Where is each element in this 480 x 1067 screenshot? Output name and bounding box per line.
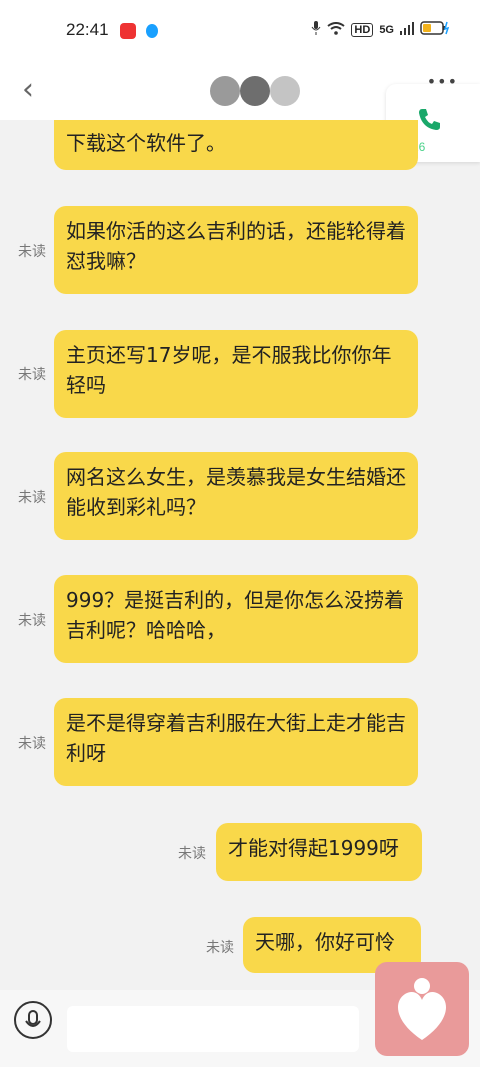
message-bubble[interactable]: 主页还写17岁呢，是不服我比你你年轻吗 xyxy=(54,330,418,418)
message-text: 下载这个软件了。 xyxy=(66,131,226,155)
contact-name-blurred xyxy=(240,76,270,106)
message-text: 主页还写17岁呢，是不服我比你你年轻吗 xyxy=(66,343,392,397)
qq-icon xyxy=(144,23,160,39)
message-bubble[interactable]: 999？是挺吉利的，但是你怎么没捞着吉利呢？哈哈哈， xyxy=(54,575,418,663)
mic-icon[interactable] xyxy=(14,1001,52,1039)
heart-button[interactable] xyxy=(375,962,469,1056)
app-notification-icon xyxy=(120,23,136,39)
unread-label: 未读 xyxy=(18,367,46,383)
chat-list[interactable]: 下载这个软件了。 未读 如果你活的这么吉利的话，还能轮得着怼我嘛？ 未读 主页还… xyxy=(0,120,480,990)
unread-label: 未读 xyxy=(18,244,46,260)
contact-name-blurred-2 xyxy=(270,76,300,106)
battery-icon xyxy=(420,21,450,38)
message-text: 天哪，你好可怜 xyxy=(255,930,395,954)
status-indicators: HD 5G xyxy=(311,21,450,38)
unread-label: 未读 xyxy=(178,846,206,862)
message-text: 是不是得穿着吉利服在大街上走才能吉利呀 xyxy=(66,711,406,765)
message-text: 999？是挺吉利的，但是你怎么没捞着吉利呢？哈哈哈， xyxy=(66,588,405,642)
message-text: 如果你活的这么吉利的话，还能轮得着怼我嘛？ xyxy=(66,219,406,273)
message-bubble[interactable]: 是不是得穿着吉利服在大街上走才能吉利呀 xyxy=(54,698,418,786)
message-bubble[interactable]: 如果你活的这么吉利的话，还能轮得着怼我嘛？ xyxy=(54,206,418,294)
message-bubble[interactable]: 下载这个软件了。 xyxy=(54,120,418,170)
heart-icon xyxy=(397,978,447,1040)
message-input[interactable] xyxy=(67,1006,359,1052)
mic-status-icon xyxy=(311,21,321,38)
unread-label: 未读 xyxy=(18,490,46,506)
status-time: 22:41 xyxy=(66,20,109,39)
unread-label: 未读 xyxy=(18,613,46,629)
unread-label: 未读 xyxy=(206,940,234,956)
message-text: 网名这么女生，是羡慕我是女生结婚还能收到彩礼吗？ xyxy=(66,465,406,519)
message-text: 才能对得起1999呀 xyxy=(228,836,399,860)
message-bubble[interactable]: 网名这么女生，是羡慕我是女生结婚还能收到彩礼吗？ xyxy=(54,452,418,540)
network-label: 5G xyxy=(379,23,394,36)
unread-label: 未读 xyxy=(18,736,46,752)
hd-badge: HD xyxy=(351,22,374,37)
back-arrow-icon[interactable]: ‹ xyxy=(22,72,34,107)
message-bubble[interactable]: 才能对得起1999呀 xyxy=(216,823,422,881)
status-bar: 22:41 HD 5G xyxy=(0,0,480,64)
wifi-icon xyxy=(327,21,346,38)
contact-avatar[interactable] xyxy=(210,76,240,106)
signal-icon xyxy=(400,21,414,38)
